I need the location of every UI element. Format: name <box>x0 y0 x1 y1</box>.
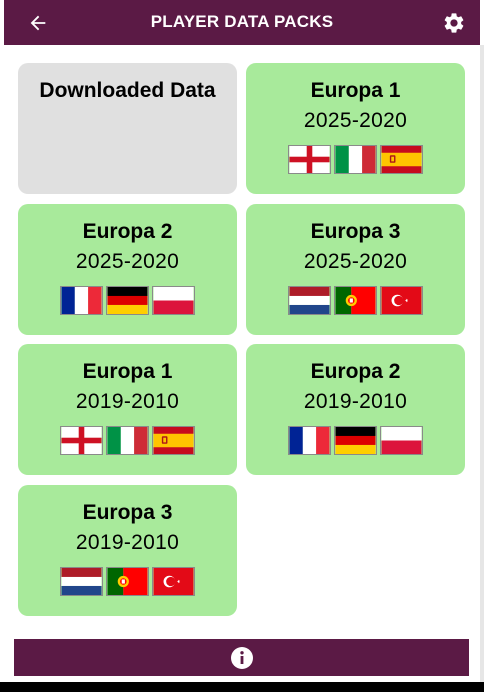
germany-flag-icon <box>334 426 377 455</box>
england-flag-icon <box>60 426 103 455</box>
flag-row <box>246 286 465 315</box>
pack-years: 2019-2010 <box>303 390 408 413</box>
info-button[interactable] <box>14 639 469 676</box>
settings-button[interactable] <box>440 9 468 37</box>
netherlands-flag-icon <box>60 567 103 596</box>
pack-card[interactable]: Europa 3 2019-2010 <box>18 485 237 616</box>
scroll-edge <box>480 45 484 682</box>
portugal-flag-icon <box>106 567 149 596</box>
app-bar: PLAYER DATA PACKS <box>4 0 480 45</box>
netherlands-flag-icon <box>288 286 331 315</box>
downloaded-data-card[interactable]: Downloaded Data <box>18 63 237 194</box>
pack-name: Europa 3 <box>82 501 173 524</box>
spain-flag-icon <box>380 145 423 174</box>
flag-row <box>18 426 237 455</box>
flag-row <box>246 145 465 174</box>
poland-flag-icon <box>380 426 423 455</box>
pack-card[interactable]: Europa 2 2025-2020 <box>18 204 237 335</box>
info-icon <box>230 646 253 669</box>
pack-years: 2019-2010 <box>75 531 180 554</box>
pack-name: Europa 2 <box>310 360 401 383</box>
pack-card[interactable]: Europa 1 2025-2020 <box>246 63 465 194</box>
flag-row <box>18 286 237 315</box>
pack-years: 2025-2020 <box>303 109 408 132</box>
pack-name: Europa 2 <box>82 220 173 243</box>
page-title: PLAYER DATA PACKS <box>150 12 334 31</box>
france-flag-icon <box>288 426 331 455</box>
pack-years: 2025-2020 <box>303 250 408 273</box>
spain-flag-icon <box>152 426 195 455</box>
italy-flag-icon <box>334 145 377 174</box>
portugal-flag-icon <box>334 286 377 315</box>
france-flag-icon <box>60 286 103 315</box>
england-flag-icon <box>288 145 331 174</box>
pack-years: 2025-2020 <box>75 250 180 273</box>
italy-flag-icon <box>106 426 149 455</box>
flag-row <box>18 567 237 596</box>
card-title: Downloaded Data <box>39 79 216 102</box>
pack-name: Europa 1 <box>82 360 173 383</box>
pack-card[interactable]: Europa 1 2019-2010 <box>18 344 237 475</box>
pack-name: Europa 1 <box>310 79 401 102</box>
germany-flag-icon <box>106 286 149 315</box>
poland-flag-icon <box>152 286 195 315</box>
screen: PLAYER DATA PACKS Downloaded Data Europa… <box>0 0 484 692</box>
turkey-flag-icon <box>152 567 195 596</box>
gear-icon <box>444 13 464 33</box>
pack-card[interactable]: Europa 2 2019-2010 <box>246 344 465 475</box>
turkey-flag-icon <box>380 286 423 315</box>
system-nav-strip <box>0 682 484 692</box>
pack-name: Europa 3 <box>310 220 401 243</box>
pack-years: 2019-2010 <box>75 390 180 413</box>
flag-row <box>246 426 465 455</box>
pack-card[interactable]: Europa 3 2025-2020 <box>246 204 465 335</box>
